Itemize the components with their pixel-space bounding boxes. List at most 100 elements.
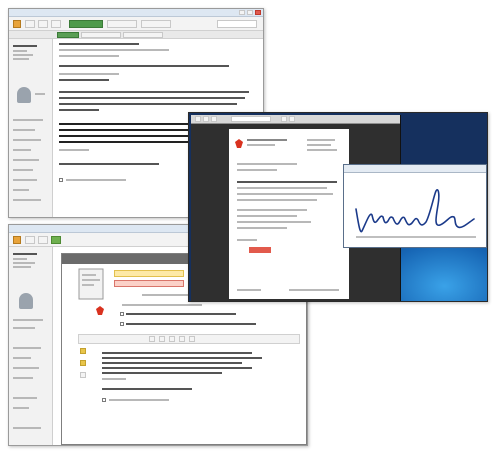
format-button[interactable] xyxy=(169,336,175,342)
editor-text-line xyxy=(102,378,126,380)
app-logo-icon[interactable] xyxy=(13,20,21,28)
message-text-line xyxy=(59,109,99,111)
format-button[interactable] xyxy=(149,336,155,342)
message-header-line xyxy=(59,55,119,57)
toolbar-button[interactable] xyxy=(51,20,61,28)
tab-forward[interactable] xyxy=(123,32,163,38)
contact-detail xyxy=(13,258,27,260)
sidebar-field xyxy=(13,357,31,359)
message-text-line xyxy=(59,97,245,99)
sidebar-field xyxy=(13,367,39,369)
pdf-text-line xyxy=(237,221,311,223)
sidebar-field xyxy=(13,179,37,181)
message-bold-line xyxy=(59,141,209,143)
viewer-toolbar xyxy=(191,115,400,124)
viewer-button[interactable] xyxy=(289,116,295,122)
message-text-line xyxy=(59,91,249,93)
sidebar-field xyxy=(13,169,33,171)
search-input[interactable] xyxy=(217,20,257,28)
viewer-button[interactable] xyxy=(203,116,209,122)
toolbar-button[interactable] xyxy=(38,236,48,244)
format-button[interactable] xyxy=(179,336,185,342)
checkbox-icon[interactable] xyxy=(120,312,124,316)
pdf-text-line xyxy=(237,215,297,217)
toolbar-button[interactable] xyxy=(25,236,35,244)
tab-reply[interactable] xyxy=(81,32,121,38)
contact-detail xyxy=(35,93,45,95)
signature-pad-titlebar xyxy=(344,165,486,173)
pdf-text-line xyxy=(237,169,277,171)
format-button[interactable] xyxy=(159,336,165,342)
attachment-icon[interactable] xyxy=(80,360,86,366)
window-titlebar xyxy=(9,9,263,17)
letterhead-line xyxy=(247,144,275,146)
pdf-footer-line xyxy=(237,289,261,291)
checkbox-icon[interactable] xyxy=(59,178,63,182)
pdf-footer-line xyxy=(289,289,339,291)
sidebar-field xyxy=(13,427,41,429)
sidebar-field xyxy=(13,397,37,399)
pdf-page xyxy=(229,129,349,299)
message-text-line xyxy=(59,73,119,75)
toolbar xyxy=(9,17,263,31)
message-text-line xyxy=(59,149,89,151)
header-field xyxy=(307,144,331,146)
minimize-button[interactable] xyxy=(239,10,245,15)
header-field xyxy=(307,139,335,141)
message-tabs xyxy=(9,31,263,39)
toolbar-tab[interactable] xyxy=(141,20,171,28)
sidebar-field xyxy=(13,319,43,321)
user-avatar-icon xyxy=(17,87,31,103)
contact-detail xyxy=(13,262,35,264)
editor-side-icons xyxy=(80,342,98,432)
editor-text-line xyxy=(102,352,252,354)
message-text-line xyxy=(59,79,109,81)
message-text-line xyxy=(59,103,237,105)
dialog-option-line xyxy=(126,313,236,315)
editor-toolbar xyxy=(78,334,300,344)
toolbar-button[interactable] xyxy=(38,20,48,28)
checkbox-icon[interactable] xyxy=(120,322,124,326)
toolbar-tab-active[interactable] xyxy=(69,20,103,28)
pdf-text-line xyxy=(237,163,297,165)
contact-detail xyxy=(13,266,31,268)
message-text-line xyxy=(59,163,159,165)
format-button[interactable] xyxy=(189,336,195,342)
pdf-text-line xyxy=(237,199,317,201)
pdf-text-line xyxy=(237,187,327,189)
pdf-text-line xyxy=(237,193,333,195)
signature-drawing xyxy=(355,189,476,238)
viewer-button[interactable] xyxy=(281,116,287,122)
toolbar-button[interactable] xyxy=(51,236,61,244)
contact-name xyxy=(13,45,37,47)
pdf-text-line xyxy=(237,239,257,241)
tab-message[interactable] xyxy=(57,32,79,38)
app-logo-icon[interactable] xyxy=(13,236,21,244)
sidebar-field xyxy=(13,159,39,161)
sidebar-field xyxy=(13,149,31,151)
attachment-icon[interactable] xyxy=(80,372,86,378)
desktop-screenshot xyxy=(188,112,488,302)
maximize-button[interactable] xyxy=(247,10,253,15)
toolbar-tab[interactable] xyxy=(107,20,137,28)
viewer-button[interactable] xyxy=(211,116,217,122)
toolbar-button[interactable] xyxy=(25,20,35,28)
attachment-icon[interactable] xyxy=(80,348,86,354)
viewer-button[interactable] xyxy=(195,116,201,122)
page-input[interactable] xyxy=(231,116,271,122)
signature-field[interactable] xyxy=(249,247,271,253)
sidebar-field xyxy=(13,129,35,131)
document-icon xyxy=(78,268,104,300)
checkbox-label xyxy=(109,399,169,401)
sidebar-field xyxy=(13,199,41,201)
contact-sidebar xyxy=(9,39,53,217)
close-button[interactable] xyxy=(255,10,261,15)
sidebar-field xyxy=(13,189,29,191)
contact-name xyxy=(13,253,37,255)
dialog-option-line xyxy=(126,323,256,325)
sidebar-field xyxy=(13,407,29,409)
contact-detail xyxy=(13,50,27,52)
checkbox-icon[interactable] xyxy=(102,398,106,402)
contact-sidebar xyxy=(9,247,53,445)
editor-text-line xyxy=(102,372,222,374)
